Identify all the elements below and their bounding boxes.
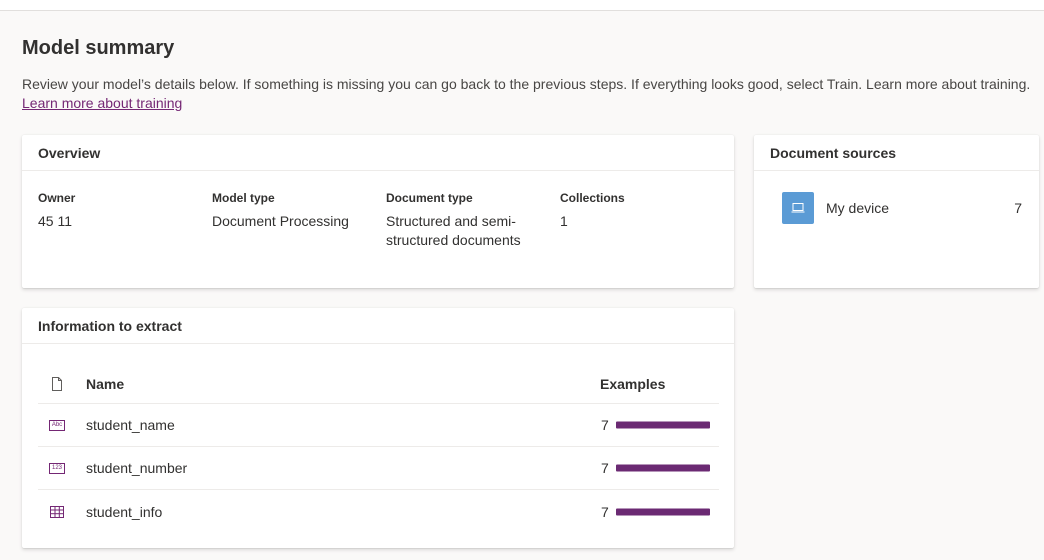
examples-progress-fill [616, 421, 710, 429]
model-type-label: Model type [212, 191, 275, 205]
text-field-icon-label: Abc [49, 419, 65, 431]
model-type-field: Model type Document Processing [212, 191, 377, 231]
examples-progress-fill [616, 508, 710, 515]
number-field-icon: 123 [49, 461, 65, 475]
collections-label: Collections [560, 191, 625, 205]
document-icon [49, 376, 65, 391]
table-row[interactable]: student_info 7 [38, 490, 719, 533]
field-name: student_name [86, 417, 175, 433]
information-to-extract-card: Information to extract Name Examples Abc… [22, 308, 734, 548]
example-count: 7 [601, 417, 609, 433]
document-type-label: Document type [386, 191, 473, 205]
extract-table: Name Examples Abc student_name 7 123 stu… [38, 364, 719, 533]
field-name: student_number [86, 460, 188, 476]
name-column-header[interactable]: Name [86, 376, 124, 392]
source-name: My device [826, 200, 890, 216]
extract-header: Information to extract [22, 308, 734, 344]
document-sources-header: Document sources [754, 135, 1039, 171]
field-name: student_info [86, 503, 163, 520]
overview-card: Overview Owner 45 11 Model type Document… [22, 135, 734, 288]
example-count: 7 [601, 460, 609, 476]
examples-progress-bar [616, 508, 710, 515]
document-type-field: Document type Structured and semi-struct… [386, 191, 536, 250]
laptop-icon [782, 192, 814, 224]
intro-text: Review your model’s details below. If so… [22, 75, 1037, 113]
number-field-icon-label: 123 [49, 462, 65, 474]
collections-field: Collections 1 [560, 191, 710, 231]
example-count: 7 [601, 503, 609, 520]
page-title: Model summary [22, 37, 175, 59]
document-type-value: Structured and semi-structured documents [386, 213, 521, 248]
collections-value: 1 [560, 213, 568, 229]
top-bar [0, 0, 1044, 11]
table-header-row: Name Examples [38, 364, 719, 404]
table-row[interactable]: Abc student_name 7 [38, 404, 719, 447]
intro-description: Review your model’s details below. If so… [22, 76, 1031, 92]
owner-label: Owner [38, 191, 76, 205]
source-count: 7 [1014, 200, 1022, 216]
source-item-my-device[interactable]: My device 7 [782, 192, 1022, 224]
table-row[interactable]: 123 student_number 7 [38, 447, 719, 490]
owner-value: 45 11 [38, 213, 72, 229]
examples-progress-bar [616, 421, 710, 429]
overview-header: Overview [22, 135, 734, 171]
examples-progress-bar [616, 464, 710, 472]
table-icon [49, 505, 65, 519]
learn-more-link[interactable]: Learn more about training [22, 94, 1037, 113]
document-sources-card: Document sources My device 7 [754, 135, 1039, 288]
examples-progress-fill [616, 464, 710, 472]
text-field-icon: Abc [49, 418, 65, 432]
owner-field: Owner 45 11 [38, 191, 198, 231]
model-type-value: Document Processing [212, 213, 349, 229]
examples-column-header[interactable]: Examples [600, 376, 665, 392]
